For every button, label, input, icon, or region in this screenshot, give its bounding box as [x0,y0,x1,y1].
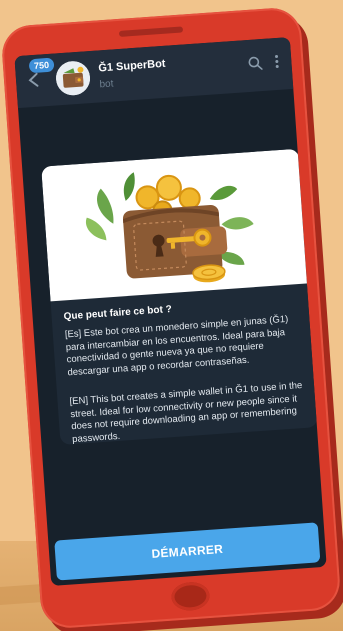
chat-header: 750 Ğ1 SuperBot bot [14,37,294,109]
bot-avatar[interactable] [54,60,92,97]
bot-name: Ğ1 SuperBot [97,57,166,75]
bot-status: bot [99,78,114,91]
start-button[interactable]: DÉMARRER [54,522,321,581]
more-vertical-icon[interactable] [273,53,280,71]
description-es: [Es] Este bot crea un monedero simple en… [64,313,289,378]
bot-description-card: Que peut faire ce bot ? [Es] Este bot cr… [41,148,318,446]
avatar-wallet-icon [54,60,92,97]
phone-device: 750 Ğ1 SuperBot bot Que peut faire ce bo… [0,6,342,630]
unread-badge: 750 [28,57,55,74]
chat-screen: 750 Ğ1 SuperBot bot Que peut faire ce bo… [14,37,327,586]
wallet-key-illustration [85,172,254,283]
description-en: [EN] This bot creates a simple wallet in… [69,380,303,445]
phone-speaker [118,26,184,37]
card-title: Que peut faire ce bot ? [63,303,173,323]
search-icon[interactable] [247,55,264,72]
card-illustration [41,148,308,302]
home-button [170,581,211,612]
